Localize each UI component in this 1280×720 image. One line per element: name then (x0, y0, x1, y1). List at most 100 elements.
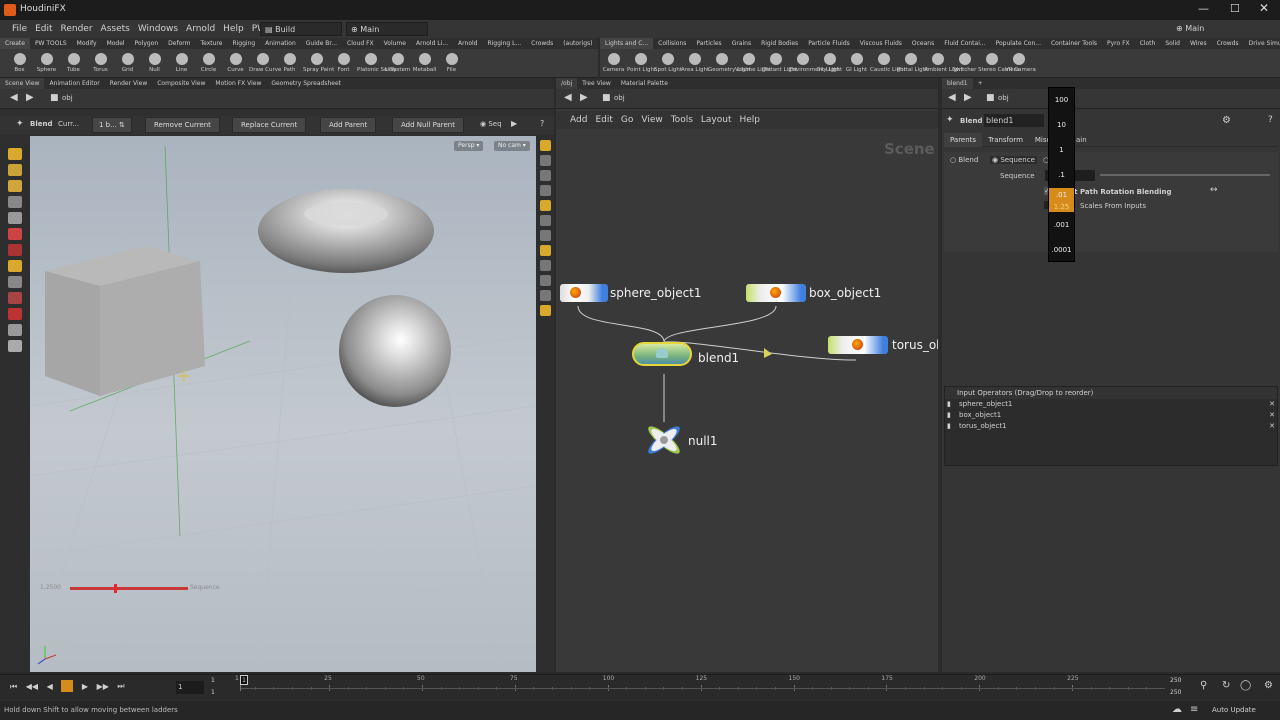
seq-toggle[interactable]: ◉ Seq (480, 120, 502, 128)
shelf-tab-crowds[interactable]: Crowds (526, 38, 558, 49)
tab-obj[interactable]: /obj (556, 78, 578, 89)
help-icon[interactable]: ? (1268, 115, 1273, 125)
back-icon[interactable]: ◀ (564, 92, 572, 103)
shelf-tab-arnold[interactable]: Arnold (453, 38, 482, 49)
shelf-tool-curve[interactable]: Curve (222, 49, 249, 74)
light-icon[interactable] (539, 200, 551, 211)
network-canvas[interactable]: Scene sphere_object1 box_object1 torus_o… (556, 130, 938, 672)
tab-motion-fx-view[interactable]: Motion FX View (210, 78, 266, 89)
shelf-tab-solid[interactable]: Solid (1160, 38, 1185, 49)
sequence-slider-track[interactable] (1100, 174, 1270, 176)
shelf-tab-pyro-fx[interactable]: Pyro FX (1102, 38, 1135, 49)
tab-parents[interactable]: Parents (944, 133, 983, 147)
ladder-10[interactable]: 10 (1049, 113, 1074, 138)
replace-current-button[interactable]: Replace Current (232, 117, 307, 133)
camera-tool-icon[interactable] (8, 324, 22, 336)
shelf-tool-box[interactable]: Box (6, 49, 33, 74)
lock-tool-icon[interactable] (8, 340, 22, 352)
shelf-tool-null[interactable]: Null (141, 49, 168, 74)
handle-tool-icon[interactable] (8, 212, 22, 224)
shelf-tab-rigging-l[interactable]: Rigging L... (482, 38, 526, 49)
shelf-tool-camera[interactable]: Camera (600, 49, 627, 74)
shelf-tool-ambient-light[interactable]: Ambient Light (924, 49, 963, 74)
pose-tool-icon[interactable] (8, 228, 22, 240)
zoom-icon[interactable]: ⚲ (1200, 680, 1207, 691)
shelf-tab-cloud-fx[interactable]: Cloud FX (342, 38, 379, 49)
help-icon[interactable]: ? (540, 119, 544, 128)
radio-blend[interactable]: ○ Blend (950, 156, 978, 164)
shelf-tool-switcher[interactable]: Switcher (951, 49, 978, 74)
tab-geometry-spreadsheet[interactable]: Geometry Spreadsheet (266, 78, 346, 89)
node-blend1[interactable] (632, 342, 694, 368)
shelf-tool-platonic-solids[interactable]: Platonic Solids (357, 49, 397, 74)
last-frame-icon[interactable]: ⏭ (117, 682, 124, 691)
shelf-tab-create[interactable]: Create (0, 38, 30, 49)
prev-key-icon[interactable]: ◀◀ (26, 682, 38, 691)
one-b-dropdown[interactable]: 1 b... ⇅ (92, 117, 132, 133)
shelf-tool-draw-curve[interactable]: Draw Curve (249, 49, 281, 74)
shelf-tab-polygon[interactable]: Polygon (130, 38, 164, 49)
sequence-slider-handle[interactable] (113, 584, 117, 593)
shelf-tool-portal-light[interactable]: Portal Light (897, 49, 928, 74)
viewer-path[interactable]: obj (62, 94, 73, 102)
keys-icon[interactable]: ◯ (1240, 680, 1251, 691)
back-icon[interactable]: ◀ (948, 92, 956, 103)
shelf-tab-particle-fluids[interactable]: Particle Fluids (803, 38, 855, 49)
shelf-tool-file[interactable]: File (438, 49, 465, 74)
main-right-selector[interactable]: ⊕ Main (1176, 22, 1236, 36)
arrow-right-icon[interactable]: ▶ (511, 119, 517, 128)
shelf-tool-environment-light[interactable]: Environment Light (789, 49, 840, 74)
shelf-tool-font[interactable]: Font (330, 49, 357, 74)
geometry-icon[interactable] (539, 215, 551, 226)
play-reverse-icon[interactable]: ◀ (47, 682, 53, 691)
tab-material-palette[interactable]: Material Palette (616, 78, 673, 89)
shelf-tool-geometry-light[interactable]: Geometry Light (708, 49, 751, 74)
remove-input-icon[interactable]: ✕ (1269, 421, 1275, 432)
shelf-tab-oceans[interactable]: Oceans (907, 38, 939, 49)
shelf-tool-metaball[interactable]: Metaball (411, 49, 438, 74)
auto-update-button[interactable]: Auto Update (1212, 706, 1256, 714)
visibility-icon[interactable] (539, 230, 551, 241)
stop-icon[interactable] (61, 680, 74, 692)
ladder-1[interactable]: 1 (1049, 138, 1074, 163)
value-ladder[interactable]: 100 10 1 .1 .01 1.25 .001 .0001 (1048, 87, 1075, 262)
points-icon[interactable] (539, 260, 551, 271)
ladder-0-001[interactable]: .001 (1049, 213, 1074, 238)
shelf-tab-viscous-fluids[interactable]: Viscous Fluids (855, 38, 907, 49)
shelf-tab-wires[interactable]: Wires (1185, 38, 1212, 49)
camera-icon[interactable] (539, 305, 551, 316)
shelf-tab-fluid-contai[interactable]: Fluid Contai... (939, 38, 990, 49)
shelf-tab-modify[interactable]: Modify (72, 38, 102, 49)
lock-icon[interactable] (539, 170, 551, 181)
desktop-selector[interactable]: ▤ Build (260, 22, 342, 36)
tab-animation-editor[interactable]: Animation Editor (44, 78, 104, 89)
remove-input-icon[interactable]: ✕ (1269, 399, 1275, 410)
shelf-tool-torus[interactable]: Torus (87, 49, 114, 74)
shelf-tab-rigging[interactable]: Rigging (227, 38, 260, 49)
close-button[interactable]: ✕ (1259, 1, 1269, 15)
shelf-tab-pw-tools[interactable]: PW TOOLS (30, 38, 72, 49)
shelf-tool-grid[interactable]: Grid (114, 49, 141, 74)
menu-windows[interactable]: Windows (134, 20, 182, 38)
maximize-button[interactable]: ☐ (1230, 2, 1240, 15)
rotate-tool-icon[interactable] (8, 180, 22, 192)
menu-layout[interactable]: Layout (697, 111, 736, 129)
shading-icon[interactable] (539, 185, 551, 196)
add-tab-icon[interactable]: + (973, 78, 988, 89)
menu-file[interactable]: File (8, 20, 31, 38)
shelf-tab-deform[interactable]: Deform (163, 38, 195, 49)
shelf-tool-point-light[interactable]: Point Light (627, 49, 656, 74)
param-path[interactable]: obj (998, 94, 1009, 102)
node-name-field[interactable]: blend1 (984, 114, 1044, 127)
menu-add[interactable]: Add (566, 111, 591, 129)
shelf-tool-circle[interactable]: Circle (195, 49, 222, 74)
shelf-tab-animation[interactable]: Animation (260, 38, 301, 49)
shelf-tab-populate-con[interactable]: Populate Con... (991, 38, 1046, 49)
forward-icon[interactable]: ▶ (964, 92, 972, 103)
menu-help[interactable]: Help (219, 20, 248, 38)
tab-composite-view[interactable]: Composite View (152, 78, 210, 89)
shelf-tool-spot-light[interactable]: Spot Light (654, 49, 682, 74)
shelf-tab-guide-br[interactable]: Guide Br... (301, 38, 342, 49)
shelf-tab-container-tools[interactable]: Container Tools (1046, 38, 1102, 49)
node-sphere-object1[interactable] (560, 284, 608, 306)
